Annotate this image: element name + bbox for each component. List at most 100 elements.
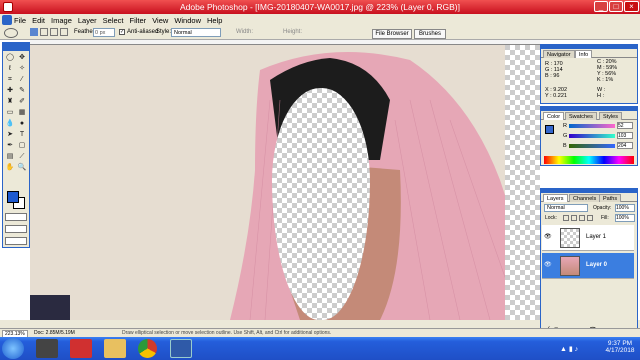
layer-name: Layer 1	[586, 234, 607, 240]
menu-help[interactable]: Help	[207, 16, 222, 25]
status-hint: Draw elliptical selection or move select…	[122, 330, 332, 336]
close-button[interactable]: ×	[624, 1, 639, 12]
color-b-value[interactable]: 204	[617, 142, 633, 149]
dodge-tool-icon[interactable]: ●	[17, 119, 27, 128]
fill-label: Fill:	[601, 215, 609, 221]
menu-file[interactable]: File	[14, 16, 26, 25]
tab-channels[interactable]: Channels	[569, 194, 601, 202]
lock-all-icon[interactable]	[587, 215, 593, 221]
lock-position-icon[interactable]	[579, 215, 585, 221]
antialiased-checkbox[interactable]: ✓	[119, 29, 125, 35]
slice-tool-icon[interactable]: ⁄	[17, 75, 27, 84]
color-foreground-swatch[interactable]	[545, 125, 554, 134]
ruler-top	[30, 40, 540, 45]
new-selection-icon[interactable]	[30, 28, 38, 36]
color-b-slider[interactable]	[569, 144, 615, 148]
color-g-slider[interactable]	[569, 134, 615, 138]
tab-layers[interactable]: Layers	[543, 194, 568, 202]
height-label: Height:	[283, 29, 303, 35]
layer-thumbnail	[560, 228, 580, 248]
history-brush-icon[interactable]: ✐	[17, 97, 27, 106]
opacity-label: Opacity:	[593, 205, 612, 211]
tab-color[interactable]: Color	[543, 112, 565, 120]
tab-brushes[interactable]: Brushes	[414, 29, 446, 39]
blend-mode-select[interactable]: Normal	[544, 204, 588, 212]
quick-mask-toggle[interactable]	[5, 213, 27, 221]
taskbar-pdf-icon[interactable]	[70, 339, 92, 358]
pen-tool-icon[interactable]: ✒	[5, 141, 15, 150]
maximize-button[interactable]: □	[609, 1, 623, 12]
info-cmyk: C : 20% M : 59% Y : 56% K : 1%	[597, 59, 618, 83]
add-selection-icon[interactable]	[40, 28, 48, 36]
menu-select[interactable]: Select	[103, 16, 124, 25]
layer-row-layer-0[interactable]: 👁 Layer 0	[542, 253, 634, 279]
menu-image[interactable]: Image	[51, 16, 72, 25]
fill-input[interactable]: 100%	[615, 214, 635, 222]
foreground-color-swatch[interactable]	[7, 191, 19, 203]
taskbar-folder-icon[interactable]	[104, 339, 126, 358]
menu-window[interactable]: Window	[174, 16, 201, 25]
color-r-value[interactable]: 52	[617, 122, 633, 129]
type-tool-icon[interactable]: T	[17, 130, 27, 139]
eraser-tool-icon[interactable]: ▭	[5, 108, 15, 117]
clock[interactable]: 9:37 PM 4/17/2018	[602, 340, 638, 354]
tab-info[interactable]: Info	[575, 50, 593, 58]
tab-styles[interactable]: Styles	[599, 112, 622, 120]
menu-layer[interactable]: Layer	[78, 16, 97, 25]
marquee-tool-icon[interactable]: ◯	[5, 53, 15, 62]
imageready-jump-button[interactable]	[5, 237, 27, 245]
screen-mode-toggle[interactable]	[5, 225, 27, 233]
path-select-icon[interactable]: ➤	[5, 130, 15, 139]
tab-paths[interactable]: Paths	[599, 194, 622, 202]
notes-tool-icon[interactable]: ▤	[5, 152, 15, 161]
tray-icons[interactable]: ▲ ▮ ♪	[560, 345, 578, 353]
info-b-value: 96	[553, 73, 560, 79]
subtract-selection-icon[interactable]	[50, 28, 58, 36]
color-g-value[interactable]: 103	[617, 132, 633, 139]
toolbox-header[interactable]	[3, 43, 29, 51]
zoom-tool-icon[interactable]: 🔍	[17, 163, 27, 172]
taskbar-photoshop-icon[interactable]	[170, 339, 192, 358]
intersect-selection-icon[interactable]	[60, 28, 68, 36]
tab-swatches[interactable]: Swatches	[565, 112, 597, 120]
shape-tool-icon[interactable]: ▢	[17, 141, 27, 150]
style-select[interactable]: Normal	[171, 28, 221, 37]
opacity-input[interactable]: 100%	[615, 204, 635, 212]
feather-input[interactable]: 0 px	[93, 28, 115, 37]
ellipse-marquee-icon[interactable]	[4, 28, 18, 38]
width-label: Width:	[236, 29, 254, 35]
color-spectrum-bar[interactable]	[544, 156, 634, 164]
color-b-label: B	[563, 143, 567, 149]
start-button[interactable]	[2, 338, 24, 359]
menu-edit[interactable]: Edit	[32, 16, 45, 25]
lock-transparency-icon[interactable]	[563, 215, 569, 221]
clone-stamp-icon[interactable]: ♜	[5, 97, 15, 106]
crop-tool-icon[interactable]: ⌗	[5, 75, 15, 84]
lasso-tool-icon[interactable]: ℓ	[5, 64, 15, 73]
menu-filter[interactable]: Filter	[130, 16, 147, 25]
eye-icon[interactable]: 👁	[544, 234, 552, 240]
eyedropper-icon[interactable]: ⟋	[17, 152, 27, 161]
taskbar-media-player-icon[interactable]	[36, 339, 58, 358]
tab-file-browser[interactable]: File Browser	[372, 29, 412, 39]
menu-view[interactable]: View	[152, 16, 168, 25]
tab-navigator[interactable]: Navigator	[543, 50, 575, 58]
antialiased-label: Anti-aliased	[127, 29, 159, 35]
hand-tool-icon[interactable]: ✋	[5, 163, 15, 172]
style-label: Style:	[156, 29, 172, 35]
magic-wand-icon[interactable]: ✧	[17, 64, 27, 73]
move-tool-icon[interactable]: ✥	[17, 53, 27, 62]
layer-row-layer-1[interactable]: 👁 Layer 1	[542, 225, 634, 251]
eye-icon[interactable]: 👁	[544, 262, 552, 268]
minimize-button[interactable]: _	[594, 1, 608, 12]
gradient-tool-icon[interactable]: ▦	[17, 108, 27, 117]
taskbar-chrome-icon[interactable]	[138, 339, 157, 358]
color-r-slider[interactable]	[569, 124, 615, 128]
info-rgb: R : 170 G : 114 B : 96	[545, 61, 563, 79]
photoshop-icon	[2, 15, 12, 25]
info-wh: W : H :	[597, 87, 606, 99]
lock-pixels-icon[interactable]	[571, 215, 577, 221]
healing-brush-icon[interactable]: ✚	[5, 86, 15, 95]
blur-tool-icon[interactable]: 💧	[5, 119, 15, 128]
brush-tool-icon[interactable]: ✎	[17, 86, 27, 95]
